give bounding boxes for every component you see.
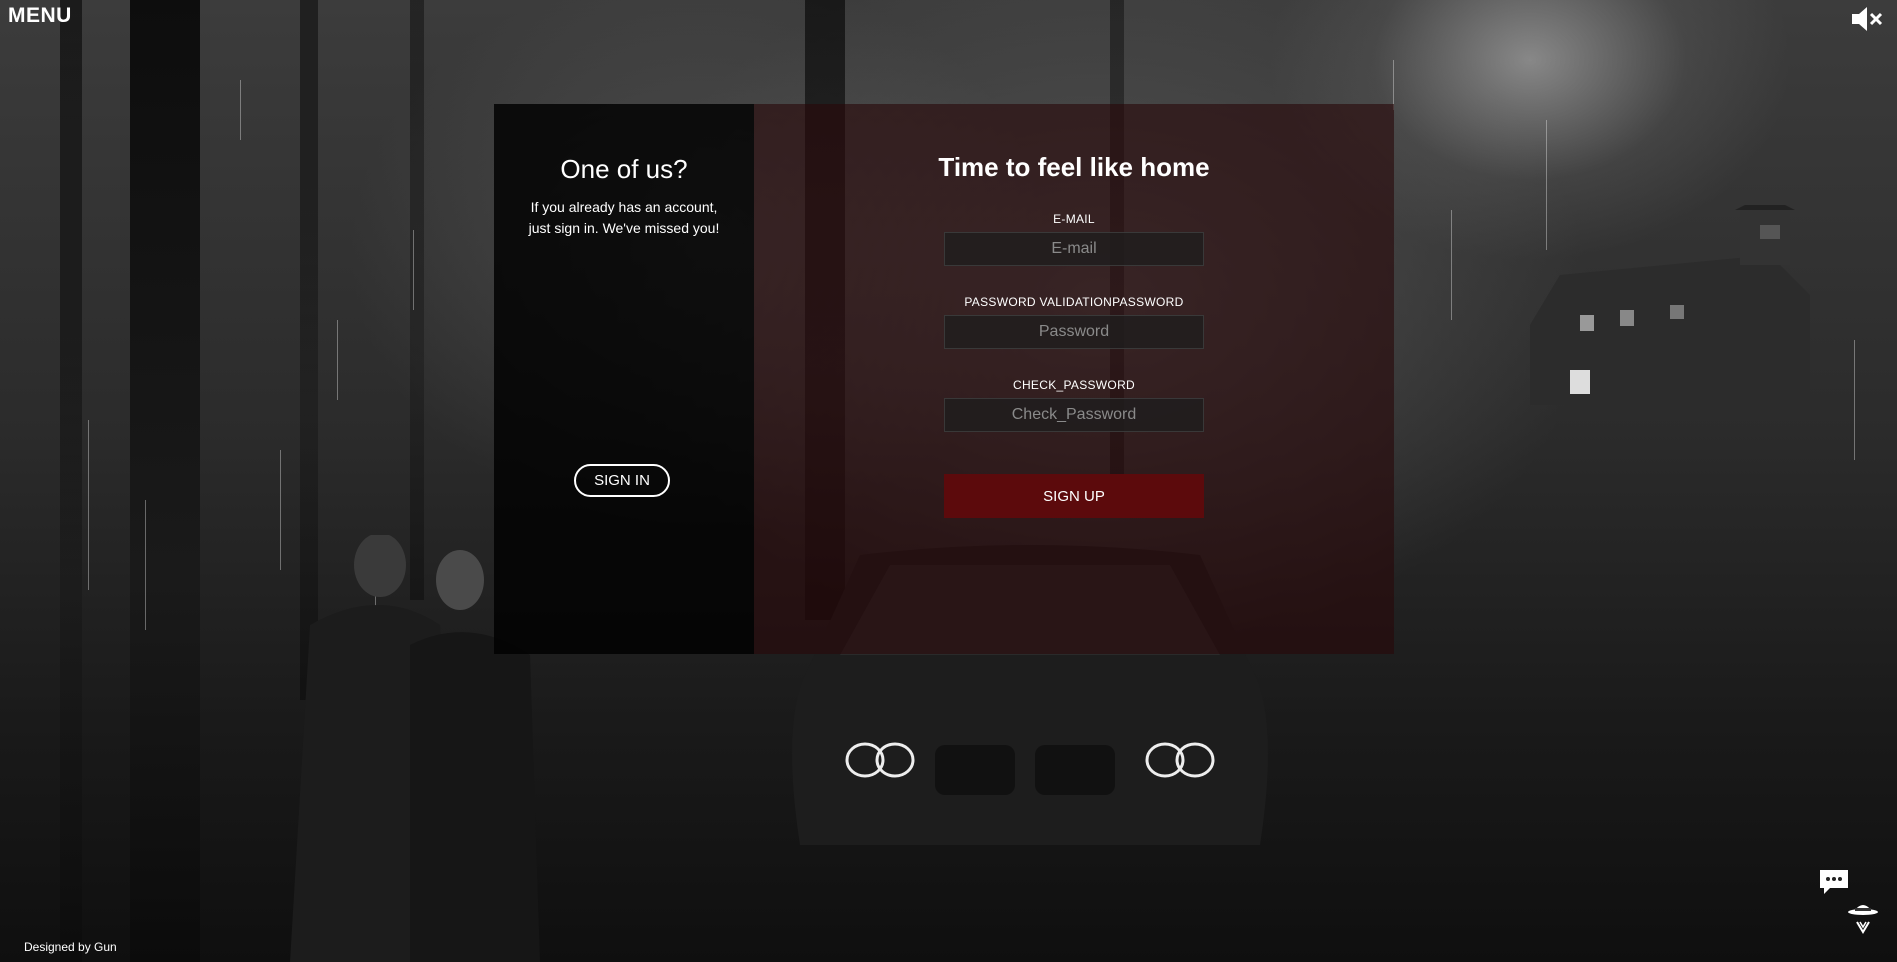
signup-title: Time to feel like home [938,152,1210,182]
email-label: E-MAIL [1053,212,1095,226]
menu-button[interactable]: MENU [8,4,72,28]
rain-streak [88,420,89,590]
signin-description: If you already has an account, just sign… [528,199,720,236]
tree-trunk [130,0,200,962]
sign-up-button[interactable]: SIGN UP [944,474,1204,518]
chat-bubble-icon[interactable] [1818,868,1850,896]
check-password-label: CHECK_PASSWORD [1013,378,1135,392]
signin-panel: One of us? If you already has an account… [494,104,754,654]
check-password-field[interactable] [944,398,1204,432]
tree-trunk [60,0,82,962]
speaker-mute-icon[interactable] [1849,2,1883,36]
rain-streak [413,230,414,310]
detective-hat-icon[interactable] [1846,896,1880,938]
password-field[interactable] [944,315,1204,349]
password-label: PASSWORD VALIDATIONPASSWORD [964,295,1184,309]
sign-in-button[interactable]: SIGN IN [574,464,670,497]
rain-streak [145,500,146,630]
rain-streak [337,320,338,400]
rain-streak [1854,340,1855,460]
rain-streak [240,80,241,140]
footer-credit: Designed by Gun [24,940,117,954]
rain-streak [1393,60,1394,110]
rain-streak [1451,210,1452,320]
signup-panel: Time to feel like home E-MAIL PASSWORD V… [754,104,1394,654]
haunted-house [1530,205,1810,405]
email-field[interactable] [944,232,1204,266]
signin-title: One of us? [560,154,688,184]
